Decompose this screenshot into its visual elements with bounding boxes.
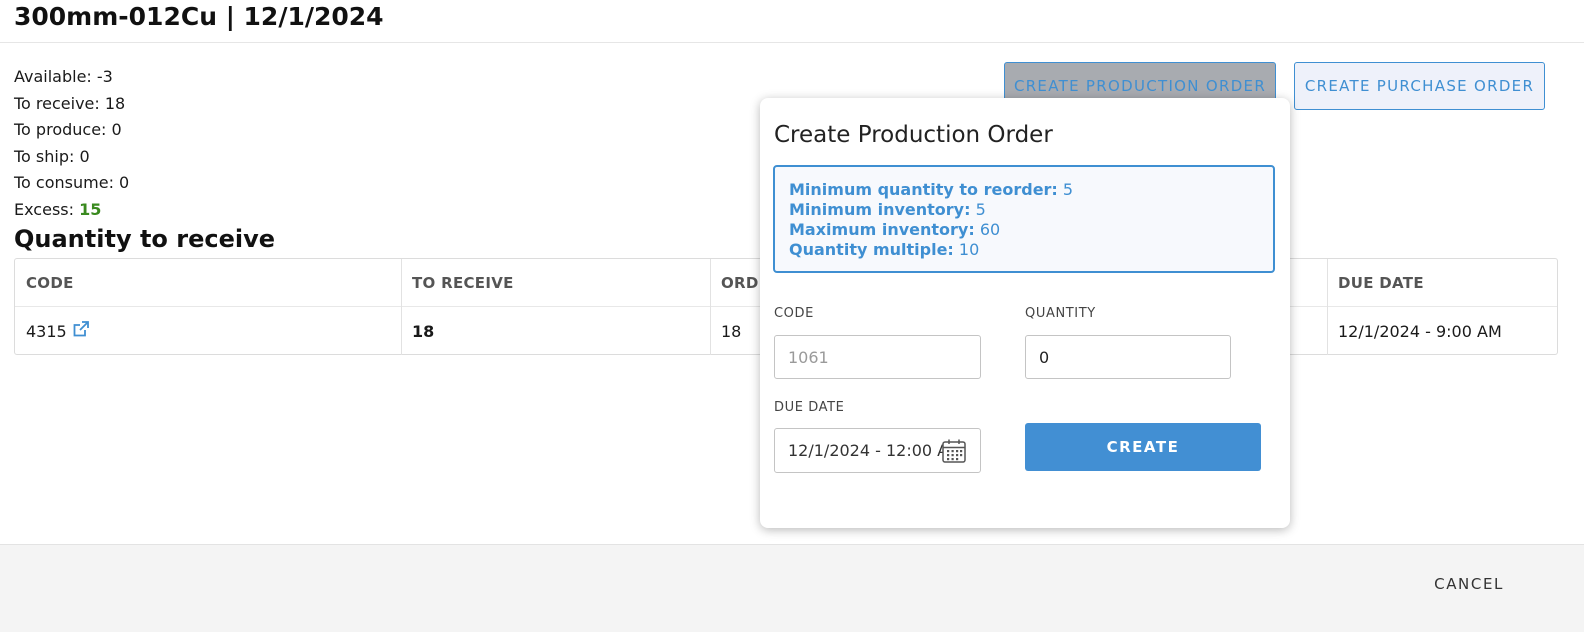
reorder-info-box: Minimum quantity to reorder: 5 Minimum i… [773, 165, 1275, 273]
column-divider [1327, 259, 1328, 355]
create-production-order-popover: Create Production Order Minimum quantity… [760, 98, 1290, 528]
column-divider [401, 259, 402, 355]
calendar-icon[interactable] [941, 438, 967, 468]
cancel-button[interactable]: CANCEL [1434, 575, 1504, 593]
code-input[interactable] [774, 335, 981, 379]
available-text: Available: -3 [14, 67, 113, 86]
column-header-to-receive[interactable]: TO RECEIVE [401, 259, 710, 306]
to-receive-text: To receive: 18 [14, 93, 126, 113]
section-title-receive: Quantity to receive [14, 225, 276, 253]
dialog-footer: CANCEL [0, 544, 1584, 632]
excess-value: 15 [79, 199, 102, 219]
info-max-inventory: Maximum inventory: 60 [789, 220, 1259, 240]
column-divider [710, 259, 711, 355]
inventory-summary: Available: -3 To receive: 18 To produce:… [14, 64, 129, 223]
info-label: Minimum inventory: [789, 200, 971, 219]
to-ship-text: To ship: 0 [14, 146, 90, 166]
popover-title: Create Production Order [774, 122, 1053, 148]
column-header-code[interactable]: CODE [15, 259, 401, 306]
cell-to-receive: 18 [412, 321, 435, 341]
info-quantity-multiple: Quantity multiple: 10 [789, 240, 1259, 260]
info-label: Quantity multiple: [789, 240, 954, 259]
cell-code: 4315 [15, 307, 401, 355]
page-title: 300mm-012Cu | 12/1/2024 [14, 2, 384, 31]
due-date-label: DUE DATE [774, 400, 845, 415]
to-produce-text: To produce: 0 [14, 120, 122, 139]
code-value: 4315 [26, 321, 67, 341]
info-min-reorder: Minimum quantity to reorder: 5 [789, 180, 1259, 200]
info-min-inventory: Minimum inventory: 5 [789, 200, 1259, 220]
excess-line: Excess: 15 [14, 197, 129, 224]
code-label: CODE [774, 306, 814, 321]
create-button[interactable]: CREATE [1025, 423, 1261, 471]
info-label: Maximum inventory: [789, 220, 975, 239]
external-link-icon[interactable] [72, 320, 90, 342]
info-value: 5 [1062, 180, 1074, 199]
create-purchase-order-button[interactable]: CREATE PURCHASE ORDER [1294, 62, 1545, 110]
title-divider [0, 42, 1584, 43]
due-date-value: 12/1/2024 - 12:00 AM [788, 441, 962, 460]
quantity-input[interactable] [1025, 335, 1231, 379]
column-header-due-date[interactable]: DUE DATE [1327, 259, 1559, 306]
info-value: 5 [975, 200, 986, 219]
excess-label: Excess: [14, 199, 80, 219]
cell-due-date: 12/1/2024 - 9:00 AM [1338, 321, 1502, 341]
quantity-label: QUANTITY [1025, 306, 1096, 321]
to-consume-text: To consume: 0 [14, 173, 130, 192]
info-label: Minimum quantity to reorder: [789, 180, 1058, 199]
info-value: 60 [979, 220, 1001, 239]
info-value: 10 [958, 240, 980, 259]
